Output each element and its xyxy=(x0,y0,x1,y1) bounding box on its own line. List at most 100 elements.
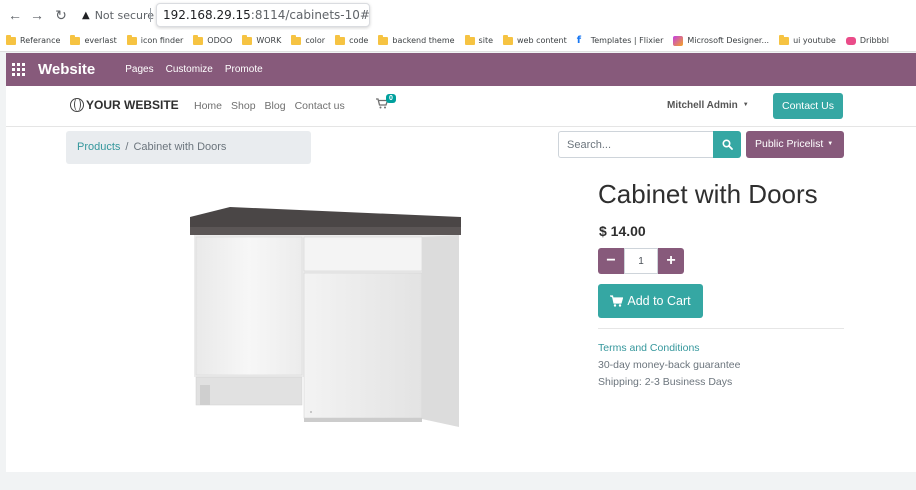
back-arrow-icon[interactable]: ← xyxy=(6,6,24,24)
search-icon xyxy=(721,139,733,150)
bookmark-label: web content xyxy=(517,36,567,45)
bookmark-item[interactable]: f Templates | Flixier xyxy=(576,34,664,46)
folder-icon xyxy=(464,34,475,45)
pricelist-dropdown[interactable]: Public Pricelist ▼ xyxy=(746,131,844,158)
menu-pages[interactable]: Pages xyxy=(125,64,153,75)
browser-toolbar: ← → ↻ ▲ Not secure 192.168.29.15:8114/ca… xyxy=(0,0,916,30)
nav-contact[interactable]: Contact us xyxy=(295,100,345,112)
breadcrumb: Products / Cabinet with Doors xyxy=(66,131,311,164)
add-to-cart-label: Add to Cart xyxy=(627,294,691,308)
bookmark-label: everlast xyxy=(84,36,117,45)
nav-home[interactable]: Home xyxy=(194,100,222,112)
quantity-stepper: − + xyxy=(598,248,684,274)
browser-window: ← → ↻ ▲ Not secure 192.168.29.15:8114/ca… xyxy=(0,0,916,490)
bookmark-label: code xyxy=(349,36,369,45)
reload-icon[interactable]: ↻ xyxy=(52,6,70,24)
bookmark-label: color xyxy=(305,36,326,45)
bookmark-label: Dribbbl xyxy=(859,36,889,45)
bookmark-item[interactable]: everlast xyxy=(70,34,117,45)
bookmark-item[interactable]: code xyxy=(335,34,369,45)
bookmark-item[interactable]: Referance xyxy=(6,34,61,45)
user-name: Mitchell Admin xyxy=(667,100,738,111)
nav-blog[interactable]: Blog xyxy=(265,100,286,112)
folder-icon xyxy=(126,34,137,45)
breadcrumb-separator: / xyxy=(125,141,129,153)
decrease-quantity-button[interactable]: − xyxy=(598,248,624,274)
odoo-menu: Pages Customize Promote xyxy=(125,64,262,75)
app-brand[interactable]: Website xyxy=(38,61,95,78)
folder-icon xyxy=(291,34,302,45)
site-header: YOUR WEBSITE Home Shop Blog Contact us 0… xyxy=(6,86,916,127)
bookmark-item[interactable]: color xyxy=(291,34,326,45)
menu-customize[interactable]: Customize xyxy=(166,64,213,75)
bookmark-label: ODOO xyxy=(207,36,233,45)
url-host: 192.168.29.15 xyxy=(163,8,251,22)
add-to-cart-button[interactable]: Add to Cart xyxy=(598,284,703,318)
bookmark-item[interactable]: backend theme xyxy=(378,34,455,45)
user-menu[interactable]: Mitchell Admin ▼ xyxy=(667,100,749,111)
bookmark-item[interactable]: site xyxy=(464,34,493,45)
bookmark-item[interactable]: ODOO xyxy=(193,34,233,45)
divider xyxy=(598,328,844,329)
bookmark-label: WORK xyxy=(256,36,282,45)
security-indicator[interactable]: ▲ Not secure xyxy=(82,6,154,24)
nav-shop[interactable]: Shop xyxy=(231,100,256,112)
cart-icon xyxy=(610,295,624,307)
bookmark-label: Referance xyxy=(20,36,61,45)
terms-link[interactable]: Terms and Conditions xyxy=(598,342,700,354)
product-name: Cabinet with Doors xyxy=(598,179,818,209)
bookmark-label: Templates | Flixier xyxy=(590,36,664,45)
bookmark-label: ui youtube xyxy=(793,36,836,45)
breadcrumb-current: Cabinet with Doors xyxy=(133,141,227,153)
address-divider xyxy=(150,8,151,22)
bookmark-item[interactable]: ui youtube xyxy=(779,34,836,45)
pricelist-label: Public Pricelist xyxy=(755,138,824,150)
microsoft-designer-icon xyxy=(673,35,684,46)
folder-icon xyxy=(70,34,81,45)
folder-icon xyxy=(378,34,389,45)
bookmark-item[interactable]: Microsoft Designer... xyxy=(673,35,770,46)
folder-icon xyxy=(193,34,204,45)
folder-icon xyxy=(779,34,790,45)
cart-link[interactable]: 0 xyxy=(376,94,396,112)
contact-us-button[interactable]: Contact Us xyxy=(773,93,843,119)
bookmarks-bar: Referance everlast icon finder ODOO WORK… xyxy=(0,30,916,52)
address-bar[interactable]: 192.168.29.15:8114/cabinets-10#attr= xyxy=(156,3,370,27)
folder-icon xyxy=(335,34,346,45)
caret-down-icon: ▼ xyxy=(742,102,749,108)
bookmark-item[interactable]: Dribbbl xyxy=(845,36,889,45)
folder-icon xyxy=(6,34,16,45)
search-group xyxy=(558,131,741,158)
product-page: Products / Cabinet with Doors Public Price… xyxy=(6,127,916,472)
increase-quantity-button[interactable]: + xyxy=(658,248,684,274)
quantity-input[interactable] xyxy=(624,248,658,274)
bookmark-label: Microsoft Designer... xyxy=(687,36,770,45)
guarantee-text: 30-day money-back guarantee xyxy=(598,359,741,371)
cart-count-badge: 0 xyxy=(386,94,396,103)
site-logo[interactable]: YOUR WEBSITE xyxy=(70,98,179,112)
folder-icon xyxy=(242,34,253,45)
bookmark-label: site xyxy=(478,36,493,45)
main-nav: Home Shop Blog Contact us xyxy=(194,100,345,112)
folder-icon xyxy=(503,34,513,45)
product-image[interactable] xyxy=(186,207,461,429)
bookmark-item[interactable]: WORK xyxy=(242,34,282,45)
odoo-top-bar: Website Pages Customize Promote xyxy=(6,53,916,86)
menu-promote[interactable]: Promote xyxy=(225,64,263,75)
url-path: :8114/cabinets-10#attr= xyxy=(250,8,370,22)
globe-icon xyxy=(70,98,84,112)
caret-down-icon: ▼ xyxy=(827,141,834,147)
bookmark-item[interactable]: icon finder xyxy=(126,34,183,45)
breadcrumb-products[interactable]: Products xyxy=(77,141,120,153)
security-label: Not secure xyxy=(94,8,155,22)
product-price: $ 14.00 xyxy=(599,223,646,239)
dribbble-icon xyxy=(845,36,856,45)
facebook-icon: f xyxy=(576,34,582,46)
bookmark-label: backend theme xyxy=(392,36,455,45)
bookmark-item[interactable]: web content xyxy=(503,34,567,45)
apps-grid-icon[interactable] xyxy=(12,62,26,77)
search-input[interactable] xyxy=(558,131,713,158)
search-button[interactable] xyxy=(713,131,741,158)
logo-text: YOUR WEBSITE xyxy=(86,98,179,112)
forward-arrow-icon[interactable]: → xyxy=(28,6,46,24)
